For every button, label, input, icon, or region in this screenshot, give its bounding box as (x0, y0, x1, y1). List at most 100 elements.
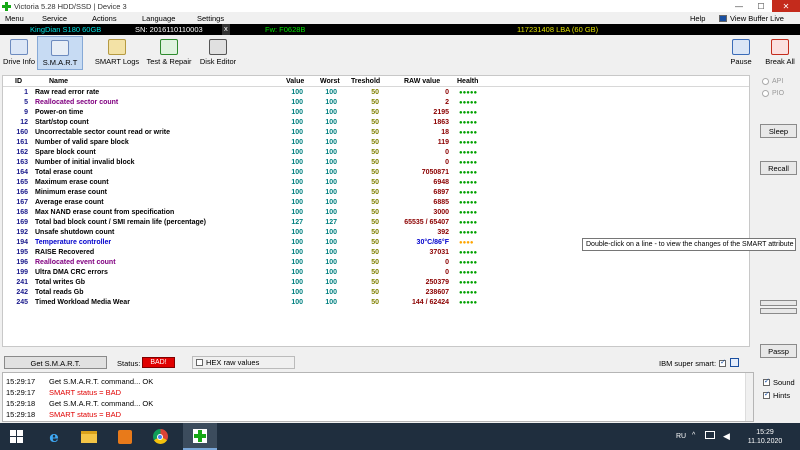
col-header-value[interactable]: Value (286, 78, 304, 85)
table-row[interactable]: 9 Power-on time 100 100 50 2195 ●●●●● (3, 108, 749, 118)
table-row[interactable]: 169 Total bad block count / SMI remain li… (3, 218, 749, 228)
table-row[interactable]: 165 Maximum erase count 100 100 50 6948 ●●●●● (3, 178, 749, 188)
table-row[interactable]: 160 Uncorrectable sector count read or wr… (3, 128, 749, 138)
break-all-icon (771, 39, 789, 55)
attr-name: Start/stop count (35, 119, 89, 126)
attr-id: 196 (16, 259, 28, 266)
smart-icon (51, 40, 69, 56)
volume-icon[interactable]: ◀ (723, 431, 730, 442)
drive-info-button[interactable]: Drive Info (3, 36, 35, 70)
attr-worst: 100 (325, 239, 337, 246)
menu-item-language[interactable]: Language (142, 14, 175, 23)
table-row[interactable]: 12 Start/stop count 100 100 50 1863 ●●●●● (3, 118, 749, 128)
break-all-label: Break All (765, 57, 795, 66)
col-header-raw[interactable]: RAW value (404, 78, 440, 85)
disk-editor-button[interactable]: Disk Editor (198, 36, 238, 70)
table-row[interactable]: 166 Minimum erase count 100 100 50 6897 ●●●●● (3, 188, 749, 198)
view-buffer-live-toggle[interactable]: View Buffer Live (716, 14, 784, 23)
attr-name: Uncorrectable sector count read or write (35, 129, 170, 136)
smart-logs-button[interactable]: SMART Logs (92, 36, 142, 70)
table-row[interactable]: 167 Average erase count 100 100 50 6885 ●●●●● (3, 198, 749, 208)
table-row[interactable]: 192 Unsafe shutdown count 100 100 50 392 ●●●●● (3, 228, 749, 238)
drive-close-button[interactable]: x (222, 24, 230, 35)
table-row[interactable]: 5 Reallocated sector count 100 100 50 2 ●●●●● (3, 98, 749, 108)
passp-button[interactable]: Passp (760, 344, 797, 358)
menu-item-service[interactable]: Service (42, 14, 67, 23)
minimize-button[interactable]: — (728, 0, 750, 12)
log-scrollbar[interactable] (745, 373, 753, 421)
attr-health: ●●●●● (459, 110, 478, 116)
table-row[interactable]: 241 Total writes Gb 100 100 50 250379 ●●●●● (3, 278, 749, 288)
taskbar-ie-icon[interactable]: e (37, 423, 71, 450)
attr-raw: 238607 (425, 289, 449, 296)
table-header: ID Name Value Worst Treshold RAW value H… (3, 76, 749, 87)
network-icon[interactable] (705, 431, 715, 439)
hints-check (763, 390, 770, 399)
table-row[interactable]: 162 Spare block count 100 100 50 0 ●●●●● (3, 148, 749, 158)
attr-threshold: 50 (371, 179, 379, 186)
start-button[interactable] (0, 423, 34, 450)
menu-item-actions[interactable]: Actions (92, 14, 117, 23)
table-row[interactable]: 168 Max NAND erase count from specificati… (3, 208, 749, 218)
api-radio[interactable]: API (762, 78, 783, 85)
attr-worst: 100 (325, 229, 337, 236)
table-row[interactable]: 245 Timed Workload Media Wear 100 100 50 144 … (3, 298, 749, 308)
maximize-button[interactable]: ☐ (750, 0, 772, 12)
pause-button[interactable]: Pause (727, 36, 755, 70)
taskbar-media-player-icon[interactable] (108, 423, 142, 450)
smart-tab-button[interactable]: S.M.A.R.T (37, 36, 83, 70)
attr-raw: 3000 (433, 209, 449, 216)
attr-id: 166 (16, 189, 28, 196)
menu-item-settings[interactable]: Settings (197, 14, 224, 23)
get-smart-button[interactable]: Get S.M.A.R.T. (4, 356, 107, 369)
pio-radio[interactable]: PIO (762, 90, 784, 97)
attr-health: ●●●●● (459, 200, 478, 206)
victoria-app-icon (2, 1, 11, 11)
menu-item-menu[interactable]: Menu (5, 14, 24, 23)
break-all-button[interactable]: Break All (763, 36, 797, 70)
table-row[interactable]: 164 Total erase count 100 100 50 7050871 ●●●●● (3, 168, 749, 178)
sleep-button[interactable]: Sleep (760, 124, 797, 138)
table-row[interactable]: 199 Ultra DMA CRC errors 100 100 50 0 ●●●●● (3, 268, 749, 278)
ibm-super-smart-check (719, 358, 727, 367)
col-header-name[interactable]: Name (49, 78, 68, 85)
attr-raw: 0 (445, 159, 449, 166)
table-row[interactable]: 1 Raw read error rate 100 100 50 0 ●●●●● (3, 88, 749, 98)
attr-threshold: 50 (371, 119, 379, 126)
taskbar-chrome-icon[interactable] (143, 423, 177, 450)
col-header-health[interactable]: Health (457, 78, 478, 85)
close-window-button[interactable]: ✕ (772, 0, 800, 12)
tray-expand-icon[interactable]: ^ (692, 432, 695, 439)
ibm-options-icon[interactable] (730, 358, 739, 367)
attr-name: Power-on time (35, 109, 84, 116)
table-row[interactable]: 242 Total reads Gb 100 100 50 238607 ●●●●● (3, 288, 749, 298)
attr-health: ●●●●● (459, 260, 478, 266)
recall-button[interactable]: Recall (760, 161, 797, 175)
attr-worst: 100 (325, 259, 337, 266)
attr-name: Minimum erase count (35, 189, 107, 196)
col-header-worst[interactable]: Worst (320, 78, 340, 85)
attr-worst: 100 (325, 89, 337, 96)
test-repair-button[interactable]: Test & Repair (146, 36, 192, 70)
hints-checkbox[interactable]: Hints (760, 389, 795, 402)
smart-attributes-table[interactable]: ID Name Value Worst Treshold RAW value H… (2, 75, 750, 347)
language-indicator[interactable]: RU (676, 433, 686, 440)
attr-threshold: 50 (371, 279, 379, 286)
col-header-id[interactable]: ID (15, 78, 22, 85)
table-row[interactable]: 161 Number of valid spare block 100 100 50 11… (3, 138, 749, 148)
side-blank-button-2[interactable] (760, 308, 797, 314)
side-blank-button-1[interactable] (760, 300, 797, 306)
attr-raw: 6948 (433, 179, 449, 186)
menu-bar: Menu Service Actions Language Settings H… (0, 12, 800, 24)
sound-checkbox[interactable]: Sound (760, 376, 795, 389)
hex-raw-checkbox[interactable]: HEX raw values (192, 356, 295, 369)
taskbar-clock[interactable]: 15:29 11.10.2020 (745, 428, 785, 446)
menu-item-help[interactable]: Help (690, 14, 705, 23)
table-row[interactable]: 163 Number of initial invalid block 100 100… (3, 158, 749, 168)
table-row[interactable]: 196 Reallocated event count 100 100 50 0 ●●●●● (3, 258, 749, 268)
col-header-threshold[interactable]: Treshold (351, 78, 380, 85)
ibm-super-smart-toggle[interactable]: IBM super smart: (659, 358, 729, 368)
taskbar-explorer-icon[interactable] (72, 423, 106, 450)
taskbar-victoria-icon[interactable] (183, 423, 217, 450)
attr-raw: 37031 (429, 249, 449, 256)
